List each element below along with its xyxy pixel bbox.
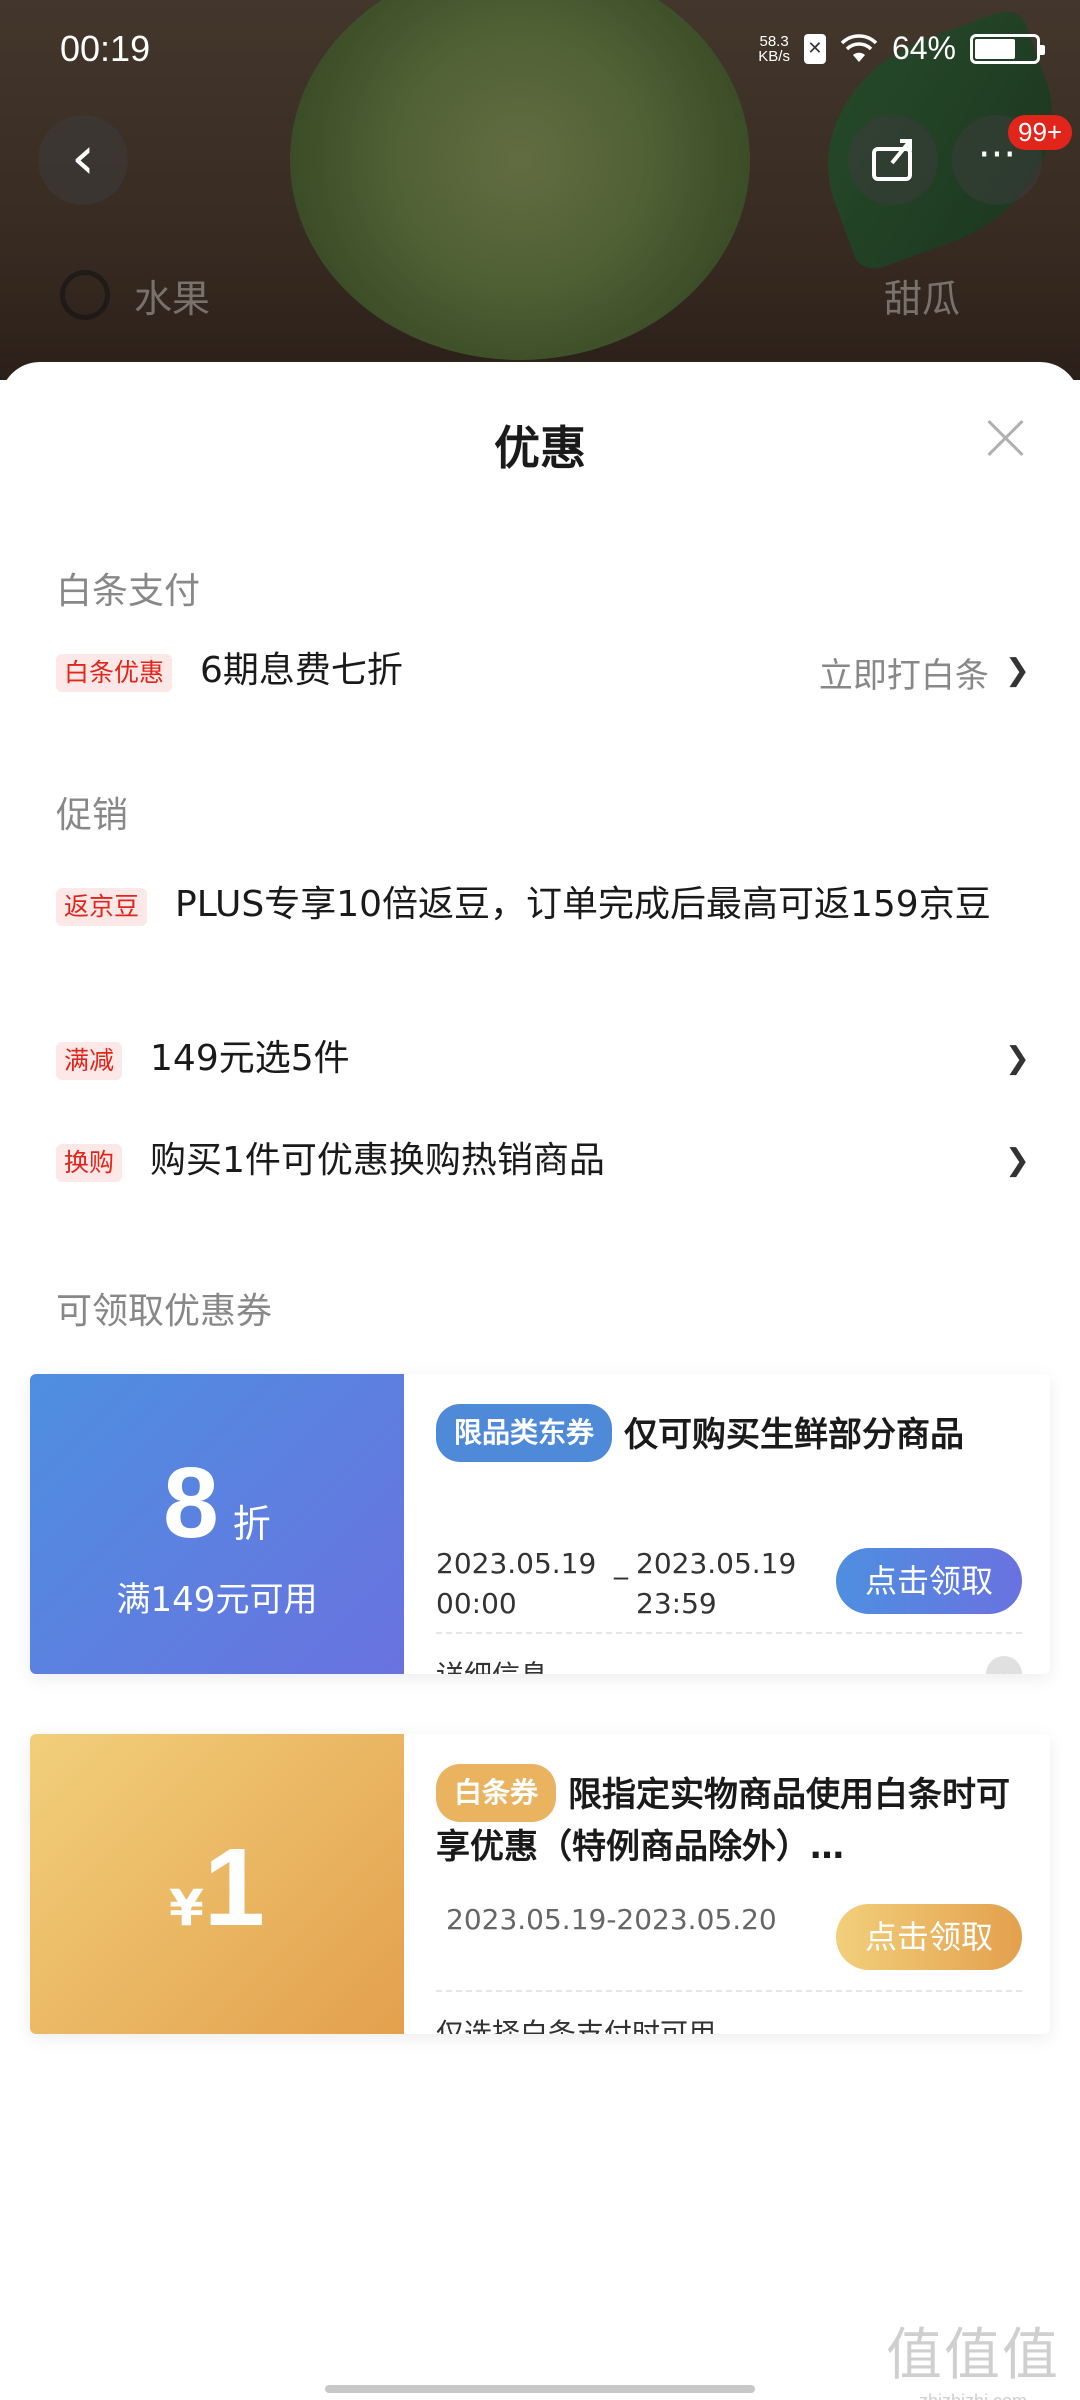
baitiao-section-title: 白条支付	[56, 571, 201, 612]
baitiao-text: 6期息费七折	[200, 650, 403, 691]
sim-off-icon: ✕	[803, 33, 826, 64]
watermark: 值值值 zhizhizhi.com	[886, 2310, 1060, 2400]
search-tag: 甜瓜	[883, 276, 960, 321]
coupon-desc-text: 仅可购买生鲜部分商品	[624, 1415, 965, 1455]
notification-badge: 99+	[1008, 115, 1073, 150]
chevron-right-icon: ❯	[1004, 1041, 1030, 1076]
search-text: 水果	[134, 276, 211, 321]
search-icon	[60, 270, 110, 320]
promotion-text: 购买1件可优惠换购热销商品	[150, 1140, 605, 1181]
coupon-validity: 2023.05.19-2023.05.20	[446, 1903, 777, 1936]
coupon-card: 8折 满149元可用 限品类东券 仅可购买生鲜部分商品 2023.05.19 00…	[30, 1374, 1050, 1674]
coupon-currency: ¥	[169, 1879, 204, 1937]
close-icon[interactable]	[984, 416, 1028, 460]
promotion-tag: 满减	[56, 1042, 123, 1080]
battery-percent: 64%	[891, 30, 956, 66]
coupon-amount: 1	[203, 1826, 265, 1949]
status-bar: 00:19 58.3 KB/s ✕ 64%	[0, 0, 1080, 100]
coupon-note: 仅选择白条支付时可用	[436, 2017, 717, 2034]
status-time: 00:19	[60, 28, 151, 69]
coupon-description: 限品类东券 仅可购买生鲜部分商品	[436, 1404, 1022, 1462]
discount-sheet: 优惠 白条支付 白条优惠 6期息费七折 立即打白条 ❯ 促销 返京豆 PLUS专…	[0, 362, 1080, 2400]
coupon-value-panel: ¥1	[30, 1734, 404, 2034]
status-icons: 58.3 KB/s ✕ 64%	[758, 30, 1045, 67]
coupon-value-panel: 8折 满149元可用	[30, 1374, 404, 1674]
coupon-detail-link[interactable]: 详细信息	[436, 1654, 548, 1674]
baitiao-row[interactable]: 白条优惠 6期息费七折 立即打白条 ❯	[56, 648, 1030, 697]
watermark-logo: 值值值	[886, 2323, 1060, 2388]
coupon-discount: 8折	[30, 1446, 404, 1561]
coupon-divider	[436, 1632, 1022, 1634]
coupon-details: 白条券 限指定实物商品使用白条时可享优惠（特例商品除外）… 2023.05.19-…	[436, 1764, 1022, 2034]
coupon-details: 限品类东券 仅可购买生鲜部分商品 2023.05.19 00:00 _ 2023.…	[436, 1404, 1022, 1674]
coupon-condition: 满149元可用	[116, 1580, 318, 1620]
coupon-tag: 白条券	[436, 1764, 557, 1822]
sheet-title: 优惠	[494, 421, 586, 475]
coupon-card: ¥1 白条券 限指定实物商品使用白条时可享优惠（特例商品除外）… 2023.05.…	[30, 1734, 1050, 2034]
search-bar[interactable]: 水果 甜瓜	[60, 255, 1000, 335]
coupon-start-date: 2023.05.19	[436, 1547, 597, 1580]
coupon-unit: 折	[232, 1502, 271, 1546]
product-nav: ‹ ··· 99+	[0, 115, 1080, 205]
coupon-amount: 8	[163, 1447, 219, 1559]
claim-coupon-button[interactable]: 点击领取	[836, 1548, 1022, 1614]
baitiao-action[interactable]: 立即打白条	[819, 648, 989, 697]
promotion-text: PLUS专享10倍返豆，订单完成后最高可返159京豆	[175, 884, 991, 925]
home-indicator[interactable]	[325, 2385, 755, 2393]
coupon-validity: 2023.05.19 00:00 _ 2023.05.19 23:59	[436, 1544, 806, 1624]
promotion-tag: 返京豆	[56, 888, 148, 926]
coupons-section-title: 可领取优惠券	[56, 1291, 273, 1332]
promotion-text: 149元选5件	[150, 1038, 350, 1079]
chevron-right-icon: ❯	[1004, 1143, 1030, 1178]
coupon-description: 白条券 限指定实物商品使用白条时可享优惠（特例商品除外）…	[436, 1764, 1022, 1872]
promotion-item: 返京豆 PLUS专享10倍返豆，订单完成后最高可返159京豆	[56, 882, 1030, 928]
promotion-item[interactable]: 满减 149元选5件 ❯	[56, 1036, 1030, 1082]
coupon-tag: 限品类东券	[436, 1404, 613, 1462]
promotion-tag: 换购	[56, 1144, 123, 1182]
watermark-url: zhizhizhi.com	[886, 2391, 1060, 2400]
coupon-discount: ¥1	[30, 1824, 404, 1951]
network-speed: 58.3 KB/s	[758, 32, 790, 65]
share-icon	[872, 139, 912, 181]
chevron-right-icon: ❯	[1004, 653, 1030, 688]
share-button[interactable]	[848, 115, 938, 205]
wifi-icon	[840, 33, 878, 62]
promotion-item[interactable]: 换购 购买1件可优惠换购热销商品 ❯	[56, 1138, 1030, 1184]
date-separator: _	[614, 1547, 628, 1580]
promotion-section-title: 促销	[56, 795, 129, 836]
coupon-start-time: 00:00	[436, 1587, 517, 1620]
claim-coupon-button[interactable]: 点击领取	[836, 1904, 1022, 1970]
baitiao-tag: 白条优惠	[56, 654, 173, 692]
coupon-divider	[436, 1990, 1022, 1992]
coupon-end-time: 23:59	[636, 1587, 717, 1620]
chevron-down-icon[interactable]: ⌄	[986, 1656, 1022, 1674]
battery-icon	[970, 33, 1045, 64]
back-button[interactable]: ‹	[38, 115, 128, 205]
coupon-end-date: 2023.05.19	[636, 1547, 797, 1580]
